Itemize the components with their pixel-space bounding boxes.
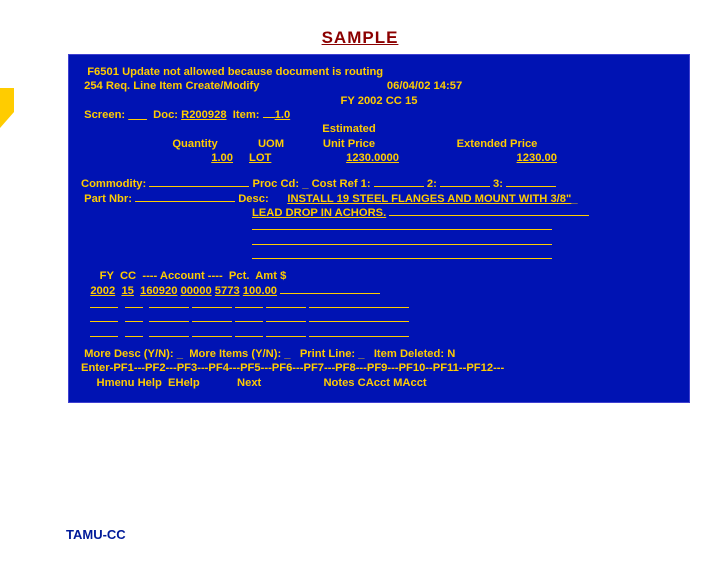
acct-row3 — [81, 312, 677, 326]
ext-price-value: 1230.00 — [437, 151, 557, 165]
sidebar-accent — [0, 88, 14, 128]
screen-field[interactable]: ___ — [128, 109, 147, 121]
commodity-field[interactable] — [149, 186, 249, 187]
acct-row1: 2002 15 160920 00000 5773 100.00 — [81, 284, 677, 298]
acct-fy[interactable]: 2002 — [90, 285, 115, 297]
commodity-row: Commodity: Proc Cd: _ Cost Ref 1: 2: 3: — [81, 177, 677, 191]
estimated-label: Estimated — [299, 122, 399, 136]
status-message-row: F6501 Update not allowed because documen… — [81, 65, 677, 79]
desc-line5[interactable] — [252, 258, 552, 259]
commodity-label: Commodity: — [81, 178, 146, 190]
desc-line2[interactable]: LEAD DROP IN ACHORS. — [252, 207, 386, 219]
desc-line4[interactable] — [252, 244, 552, 245]
acct-cc[interactable]: 15 — [121, 285, 133, 297]
proc-cd-label: Proc Cd: — [252, 178, 299, 190]
acct-amt[interactable] — [280, 293, 380, 294]
desc-row3 — [81, 220, 677, 234]
more-desc-label: More Desc (Y/N): — [84, 348, 174, 360]
unit-price-value[interactable]: 1230.0000 — [299, 151, 399, 165]
part-nbr-label: Part Nbr: — [84, 193, 132, 205]
quantity-header: Quantity — [147, 137, 243, 151]
acct-row4 — [81, 327, 677, 341]
screen-id: 254 — [84, 80, 103, 92]
col-header-row2: QuantityUOMUnit Price Extended Price — [81, 137, 677, 151]
value-row: 1.00 LOT 1230.0000 1230.00 — [81, 151, 677, 165]
acct-pct[interactable]: 100.00 — [243, 285, 277, 297]
terminal-panel: F6501 Update not allowed because documen… — [68, 54, 690, 403]
cost-ref3-label: 3: — [493, 178, 503, 190]
acct-a1[interactable]: 160920 — [140, 285, 177, 297]
title-text: SAMPLE — [322, 28, 399, 47]
ext-price-header: Extended Price — [437, 137, 557, 151]
screen-title: Req. Line Item Create/Modify — [106, 80, 260, 92]
desc-line3[interactable] — [252, 229, 552, 230]
msg-code: F6501 — [87, 66, 119, 78]
print-line-label: Print Line: — [300, 348, 355, 360]
cost-ref1-label: Cost Ref 1: — [312, 178, 371, 190]
desc-row: Part Nbr: Desc: INSTALL 19 STEEL FLANGES… — [81, 192, 677, 206]
cost-ref2-label: 2: — [427, 178, 437, 190]
cost-ref3-field[interactable] — [506, 186, 556, 187]
datetime: 06/04/02 14:57 — [387, 80, 462, 92]
acct-a3[interactable]: 5773 — [215, 285, 240, 297]
acct-row2 — [81, 298, 677, 312]
pfkey-row1[interactable]: Enter-PF1---PF2---PF3---PF4---PF5---PF6-… — [81, 361, 677, 375]
acct-a2[interactable]: 00000 — [181, 285, 212, 297]
desc-label: Desc: — [238, 193, 268, 205]
col-header-row1: Estimated — [81, 122, 677, 136]
cost-ref2-field[interactable] — [440, 186, 490, 187]
item-deleted-label: Item Deleted: — [374, 348, 444, 360]
pfkey-row2[interactable]: Hmenu Help EHelp Next Notes CAcct MAcct — [81, 376, 677, 390]
doc-number: R200928 — [181, 109, 226, 121]
uom-header: UOM — [243, 137, 299, 151]
desc-row4 — [81, 235, 677, 249]
cost-ref1-field[interactable] — [374, 186, 424, 187]
more-row: More Desc (Y/N): _ More Items (Y/N): _ P… — [81, 347, 677, 361]
quantity-value[interactable]: 1.00 — [147, 151, 237, 165]
acct-header: FY CC ---- Account ---- Pct. Amt $ — [81, 269, 677, 283]
desc-row5 — [81, 249, 677, 263]
doc-row: Screen: ___ Doc: R200928 Item: 1.0 — [81, 108, 677, 122]
page-title: SAMPLE — [0, 28, 720, 48]
msg-text: Update not allowed because document is r… — [122, 66, 383, 78]
fy-line: FY 2002 CC 15 — [81, 94, 677, 108]
desc-line1[interactable]: INSTALL 19 STEEL FLANGES AND MOUNT WITH … — [287, 193, 571, 205]
unit-price-header: Unit Price — [299, 137, 399, 151]
part-nbr-field[interactable] — [135, 201, 235, 202]
item-number: 1.0 — [275, 109, 291, 121]
desc-row2: LEAD DROP IN ACHORS. — [81, 206, 677, 220]
item-deleted-value: N — [447, 348, 455, 360]
more-items-label: More Items (Y/N): — [189, 348, 281, 360]
screen-title-row: 254 Req. Line Item Create/Modify 06/04/0… — [81, 79, 677, 93]
uom-value[interactable]: LOT — [243, 151, 293, 165]
